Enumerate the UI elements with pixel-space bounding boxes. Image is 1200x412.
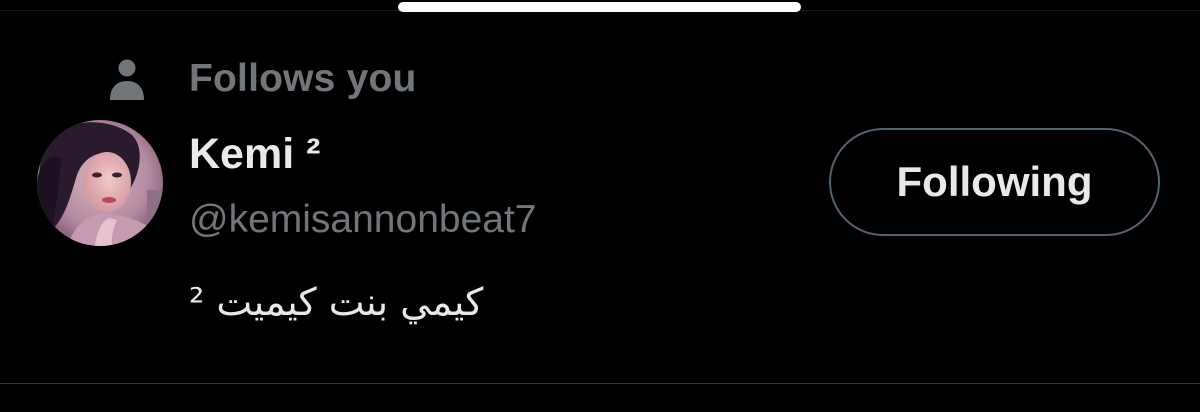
user-handle[interactable]: @kemisannonbeat7 (189, 198, 536, 242)
row-divider (0, 383, 1200, 384)
display-name[interactable]: Kemi ² (189, 130, 320, 179)
following-button[interactable]: Following (829, 128, 1160, 236)
display-name-row[interactable]: Kemi ² (189, 126, 320, 182)
avatar[interactable] (37, 120, 163, 246)
user-bio: كيمي بنت كيميت ² (189, 280, 484, 324)
follows-you-context: Follows you (105, 55, 417, 103)
person-icon (105, 57, 149, 101)
follows-you-label: Follows you (189, 57, 417, 100)
home-indicator (398, 2, 801, 12)
